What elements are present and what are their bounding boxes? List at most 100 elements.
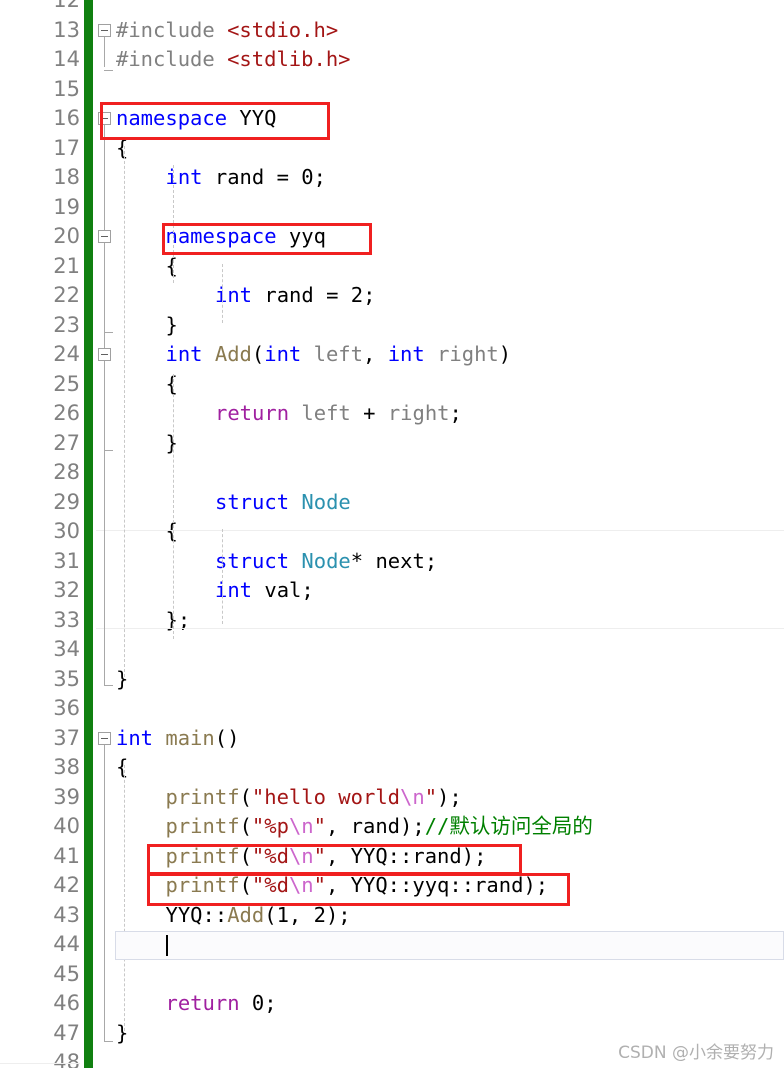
code-line[interactable]: } [116,1019,128,1049]
code-token: \n [288,814,314,838]
code-token: " [424,784,438,809]
fold-rail [104,35,105,67]
code-line[interactable]: return 0; [166,989,277,1019]
fold-toggle-icon[interactable] [98,230,111,243]
code-line[interactable]: int Add(int left, int right) [166,340,512,370]
line-number: 30 [53,519,80,543]
code-line[interactable]: { [166,370,178,400]
line-number-gutter: 12 13 14 15 16 17 18 19 20 21 22 23 24 25 26 27 28 29 30 31… [0,0,80,1074]
code-token: #include [116,17,228,42]
code-token: struct [215,489,302,514]
code-token: } [116,666,129,691]
line-number: 47 [53,1020,80,1045]
code-token: left [313,342,363,366]
line-number: 13 [53,17,80,42]
region-separator-line [0,1063,80,1064]
line-number: 12 [53,0,80,12]
code-token: YYQ:: [165,902,228,927]
line-number: 34 [53,637,80,661]
csdn-watermark: CSDN @小余要努力 [618,1043,774,1063]
line-number: 39 [53,784,80,809]
code-token: Add [214,342,252,366]
code-token: rand = 2; [264,283,376,307]
code-line[interactable]: int rand = 0; [166,163,326,193]
code-token: int [165,342,215,366]
code-token: <stdio.h> [227,17,339,42]
code-token: //默认访问全局的 [424,814,593,838]
code-token: + [350,401,388,425]
line-number: 16 [53,106,80,130]
fold-rail-foot [104,331,113,333]
code-line[interactable]: #include <stdlib.h> [116,45,351,75]
code-line[interactable]: struct Node* next; [215,547,437,577]
line-number: 32 [53,578,80,602]
code-token: printf [165,784,240,809]
code-line[interactable]: struct Node [215,488,351,518]
fold-toggle-icon[interactable] [98,731,111,745]
code-token: main [165,725,215,750]
code-token: struct [215,548,302,573]
change-indicator-bar [84,0,93,1071]
code-token: \n [400,784,425,809]
fold-rail-foot [104,449,113,451]
indent-guide [124,765,125,1031]
fold-rail-foot [104,70,113,71]
indent-guide [173,373,174,639]
code-token: { [165,253,178,278]
line-number: 42 [53,873,80,897]
code-line[interactable]: printf("%p\n", rand);//默认访问全局的 [166,812,593,842]
code-line[interactable]: { [116,753,128,783]
line-number: 18 [53,165,80,189]
code-editor[interactable]: 12 13 14 15 16 17 18 19 20 21 22 23 24 25 26 27 28 29 30 31… [0,0,784,1074]
code-token: } [165,312,178,337]
text-caret [166,935,168,956]
code-line[interactable]: } [116,665,128,695]
code-line[interactable]: int val; [215,576,314,606]
line-number: 28 [53,460,80,484]
line-number: 14 [53,47,80,71]
line-number: 25 [53,371,80,396]
code-line[interactable]: } [166,429,178,459]
code-token: { [116,755,129,779]
highlight-printf-YYQ-yyq-rand [147,873,570,906]
line-number: 17 [53,135,80,160]
code-token: right [437,342,499,366]
code-token: 0; [251,991,277,1015]
code-line[interactable]: { [166,252,178,282]
indent-guide [222,529,223,624]
code-line[interactable]: }; [166,606,191,636]
code-token: int [116,725,166,750]
code-line[interactable]: #include <stdio.h> [116,16,338,46]
code-line[interactable]: { [166,517,178,547]
fold-toggle-icon[interactable] [98,23,111,37]
code-token: <stdlib.h> [227,47,351,71]
fold-rail [104,242,105,332]
code-line[interactable]: } [166,311,178,341]
fold-toggle-icon[interactable] [98,348,111,361]
code-token: (1, 2); [264,902,351,927]
code-line[interactable]: int main() [116,724,239,754]
line-number: 21 [53,253,80,278]
code-token: " [313,814,326,838]
line-number: 33 [53,607,80,632]
line-number: 36 [53,696,80,720]
line-number: 37 [53,725,80,750]
code-text-area[interactable]: #include <stdio.h> #include <stdlib.h> nam… [96,0,784,1071]
highlight-printf-YYQ-rand [147,843,522,875]
code-token: #include [116,47,228,71]
code-token: } [165,430,178,455]
line-number: 19 [53,194,80,219]
code-line[interactable]: printf("hello world\n"); [166,783,462,813]
code-token: , rand); [325,814,425,838]
code-token: ; [449,401,462,425]
line-number: 29 [53,489,80,514]
code-line[interactable]: int rand = 2; [215,281,375,311]
code-line[interactable]: return left + right; [215,399,462,429]
code-token: return [215,401,302,425]
line-number: 44 [53,932,80,956]
line-number: 24 [53,342,80,366]
line-number: 41 [53,843,80,868]
code-token: rand = 0; [214,165,326,189]
code-token: "%p [251,814,289,838]
line-number: 46 [53,991,80,1015]
